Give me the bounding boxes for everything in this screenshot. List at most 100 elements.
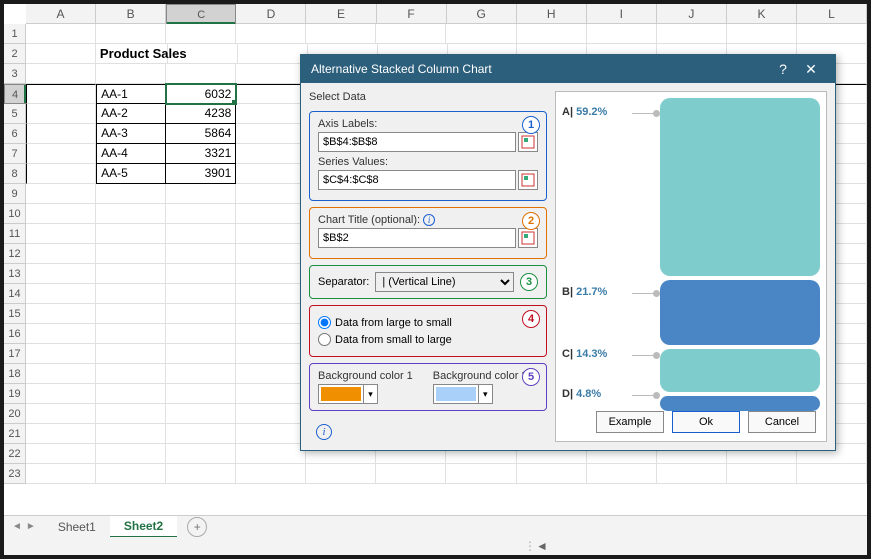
info-icon[interactable]: i	[423, 214, 435, 226]
cell-D14[interactable]	[236, 284, 306, 304]
cell-A13[interactable]	[26, 264, 96, 284]
row-header-14[interactable]: 14	[4, 284, 26, 304]
row-header-12[interactable]: 12	[4, 244, 26, 264]
cell-A10[interactable]	[26, 204, 96, 224]
cell-D3[interactable]	[236, 64, 306, 84]
cell-C18[interactable]	[166, 364, 236, 384]
cell-B19[interactable]	[96, 384, 166, 404]
cell-D5[interactable]	[236, 104, 306, 124]
row-header-7[interactable]: 7	[4, 144, 26, 164]
cell-C4[interactable]: 6032	[166, 84, 236, 104]
row-header-20[interactable]: 20	[4, 404, 26, 424]
cell-C6[interactable]: 5864	[166, 124, 236, 144]
cell-L1[interactable]	[797, 24, 867, 44]
row-header-16[interactable]: 16	[4, 324, 26, 344]
cell-D1[interactable]	[236, 24, 306, 44]
cell-D6[interactable]	[236, 124, 306, 144]
col-header-K[interactable]: K	[727, 4, 797, 23]
cell-B13[interactable]	[96, 264, 166, 284]
range-picker-icon[interactable]	[518, 228, 538, 248]
cell-A22[interactable]	[26, 444, 96, 464]
cell-D21[interactable]	[236, 424, 306, 444]
dialog-titlebar[interactable]: Alternative Stacked Column Chart ? ✕	[301, 55, 835, 83]
col-header-F[interactable]: F	[377, 4, 447, 23]
cell-C9[interactable]	[166, 184, 236, 204]
separator-select[interactable]: | (Vertical Line)	[375, 272, 514, 292]
cell-A2[interactable]	[26, 44, 96, 64]
cell-H23[interactable]	[517, 464, 587, 484]
cell-E1[interactable]	[306, 24, 376, 44]
cell-G1[interactable]	[446, 24, 516, 44]
cell-C7[interactable]: 3321	[166, 144, 236, 164]
cell-A15[interactable]	[26, 304, 96, 324]
cell-C22[interactable]	[166, 444, 236, 464]
cell-C15[interactable]	[166, 304, 236, 324]
row-header-4[interactable]: 4	[4, 84, 26, 104]
example-button[interactable]: Example	[596, 411, 664, 433]
cell-A4[interactable]	[26, 84, 96, 104]
row-header-6[interactable]: 6	[4, 124, 26, 144]
cell-B9[interactable]	[96, 184, 166, 204]
row-header-1[interactable]: 1	[4, 24, 26, 44]
cell-D4[interactable]	[236, 84, 306, 104]
range-picker-icon[interactable]	[518, 132, 538, 152]
cell-A19[interactable]	[26, 384, 96, 404]
cell-A6[interactable]	[26, 124, 96, 144]
horizontal-scrollbar[interactable]: ⋮ ◄ ►	[4, 537, 867, 555]
col-header-C[interactable]: C	[166, 4, 236, 24]
cell-A16[interactable]	[26, 324, 96, 344]
bg1-select[interactable]: ▾	[318, 384, 378, 404]
cell-C5[interactable]: 4238	[166, 104, 236, 124]
cell-C21[interactable]	[166, 424, 236, 444]
cell-C14[interactable]	[166, 284, 236, 304]
row-header-22[interactable]: 22	[4, 444, 26, 464]
cell-C8[interactable]: 3901	[166, 164, 236, 184]
col-header-D[interactable]: D	[236, 4, 306, 23]
cell-E23[interactable]	[306, 464, 376, 484]
cell-C3[interactable]	[166, 64, 236, 84]
row-header-18[interactable]: 18	[4, 364, 26, 384]
cell-A14[interactable]	[26, 284, 96, 304]
cell-K1[interactable]	[727, 24, 797, 44]
cell-A8[interactable]	[26, 164, 96, 184]
cell-J1[interactable]	[657, 24, 727, 44]
cell-C13[interactable]	[166, 264, 236, 284]
cell-D15[interactable]	[236, 304, 306, 324]
cell-B5[interactable]: AA-2	[96, 104, 166, 124]
cell-B7[interactable]: AA-4	[96, 144, 166, 164]
cell-B17[interactable]	[96, 344, 166, 364]
col-header-L[interactable]: L	[797, 4, 867, 23]
cell-D7[interactable]	[236, 144, 306, 164]
cell-D23[interactable]	[236, 464, 306, 484]
cell-C2[interactable]	[168, 44, 238, 64]
cell-C19[interactable]	[166, 384, 236, 404]
cell-B8[interactable]: AA-5	[96, 164, 166, 184]
cell-B4[interactable]: AA-1	[96, 84, 166, 104]
col-header-B[interactable]: B	[96, 4, 166, 23]
cell-B15[interactable]	[96, 304, 166, 324]
row-header-17[interactable]: 17	[4, 344, 26, 364]
row-header-2[interactable]: 2	[4, 44, 26, 64]
cell-B12[interactable]	[96, 244, 166, 264]
cell-D17[interactable]	[236, 344, 306, 364]
cell-A21[interactable]	[26, 424, 96, 444]
cell-A1[interactable]	[26, 24, 96, 44]
bg2-select[interactable]: ▾	[433, 384, 493, 404]
cell-D22[interactable]	[236, 444, 306, 464]
add-sheet-button[interactable]: +	[187, 517, 207, 537]
cell-H1[interactable]	[517, 24, 587, 44]
cell-B22[interactable]	[96, 444, 166, 464]
row-header-11[interactable]: 11	[4, 224, 26, 244]
cell-B14[interactable]	[96, 284, 166, 304]
cell-A17[interactable]	[26, 344, 96, 364]
series-values-input[interactable]	[318, 170, 516, 190]
col-header-E[interactable]: E	[306, 4, 376, 23]
cancel-button[interactable]: Cancel	[748, 411, 816, 433]
cell-A9[interactable]	[26, 184, 96, 204]
cell-F23[interactable]	[376, 464, 446, 484]
help-button[interactable]: ?	[769, 61, 797, 77]
row-header-13[interactable]: 13	[4, 264, 26, 284]
cell-A18[interactable]	[26, 364, 96, 384]
col-header-A[interactable]: A	[26, 4, 96, 23]
cell-D16[interactable]	[236, 324, 306, 344]
